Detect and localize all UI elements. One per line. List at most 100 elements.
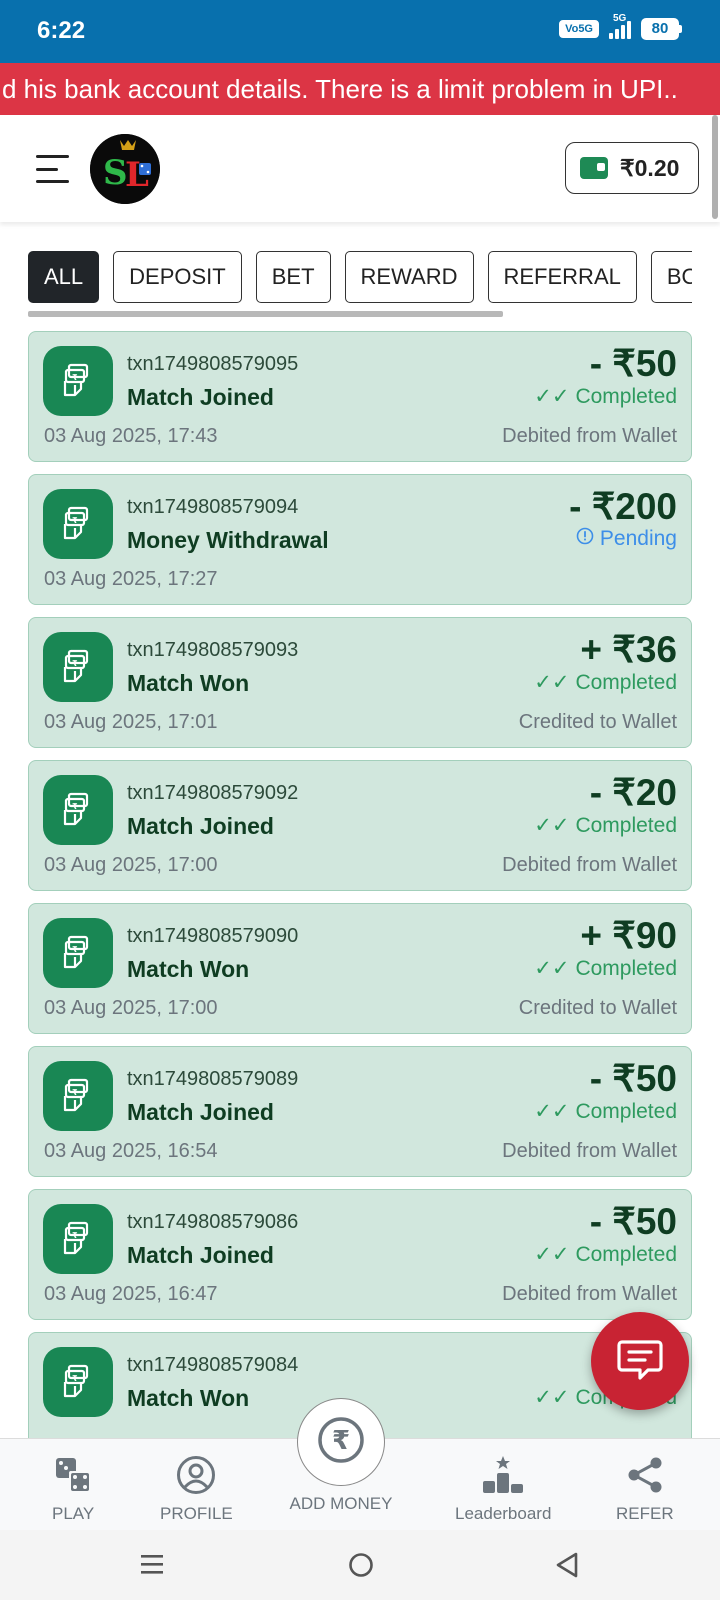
system-navigation-bar [0,1530,720,1600]
nav-refer[interactable]: REFER [616,1455,674,1524]
app-header: S L ₹0.20 [0,115,720,222]
status-icons: Vo5G 5G 80 [559,13,682,40]
transaction-status: ✓✓Completed [534,813,677,838]
app-logo[interactable]: S L [90,134,160,204]
ticker-text: d his bank account details. There is a l… [2,74,678,104]
filter-all[interactable]: ALL [28,251,100,303]
filter-bet[interactable]: BET [255,251,331,303]
svg-text:₹: ₹ [72,1088,78,1097]
transaction-note: Debited from Wallet [502,1283,677,1305]
money-hand-icon: ₹ [43,632,113,702]
transaction-date: 03 Aug 2025, 17:43 [44,425,218,447]
transaction-date: 03 Aug 2025, 17:27 [44,568,218,590]
double-check-icon: ✓✓ [534,1386,570,1409]
transaction-status: Pending [576,527,677,551]
money-hand-icon: ₹ [43,1061,113,1131]
hamburger-menu-icon[interactable] [36,155,69,183]
back-icon[interactable] [554,1552,580,1583]
nav-profile-label: PROFILE [160,1504,233,1523]
transaction-id: txn1749808579094 [127,496,299,518]
transaction-card[interactable]: ₹ txn1749808579092 Match Joined 03 Aug 2… [28,760,692,891]
transaction-amount: - ₹50 [589,1058,677,1099]
status-label: Completed [575,670,677,694]
transaction-card[interactable]: ₹ txn1749808579095 Match Joined 03 Aug 2… [28,331,692,462]
transaction-date: 03 Aug 2025, 17:00 [44,854,218,876]
money-hand-icon: ₹ [43,1204,113,1274]
volte-icon: Vo5G [559,20,599,38]
svg-text:₹: ₹ [72,516,78,525]
filter-reward[interactable]: REWARD [344,251,474,303]
transaction-title: Match Won [127,1385,250,1411]
status-label: Pending [599,527,677,550]
filter-scrollbar[interactable] [28,311,503,317]
transaction-status: ✓✓Completed [534,1242,677,1267]
transaction-title: Money Withdrawal [127,527,329,553]
svg-text:S: S [103,153,128,193]
svg-text:₹: ₹ [72,802,78,811]
status-label: Completed [575,1099,677,1123]
rupee-icon: ₹ [317,1416,365,1469]
money-hand-icon: ₹ [43,918,113,988]
transaction-title: Match Won [127,956,250,982]
page-scrollbar[interactable] [712,115,718,219]
transaction-id: txn1749808579086 [127,1211,299,1233]
transaction-amount: + ₹90 [580,915,677,956]
transaction-card[interactable]: ₹ txn1749808579086 Match Joined 03 Aug 2… [28,1189,692,1320]
transaction-id: txn1749808579089 [127,1068,299,1090]
transaction-status: ✓✓Completed [534,670,677,695]
transaction-amount: + ₹36 [580,629,677,670]
user-circle-icon [176,1455,216,1504]
nav-refer-label: REFER [616,1504,674,1523]
nav-play[interactable]: PLAY [52,1455,94,1524]
battery-icon: 80 [641,18,682,40]
transaction-list: ₹ txn1749808579095 Match Joined 03 Aug 2… [28,331,692,1438]
app-root: 6:22 Vo5G 5G 80 d his bank account detai… [0,0,720,1600]
transaction-amount: - ₹200 [569,486,677,527]
nav-leaderboard[interactable]: Leaderboard [455,1455,551,1524]
chat-icon [617,1338,663,1385]
transaction-card[interactable]: ₹ txn1749808579093 Match Won 03 Aug 2025… [28,617,692,748]
info-circle-icon [576,527,594,551]
money-hand-icon: ₹ [43,346,113,416]
home-icon[interactable] [348,1552,374,1583]
transaction-note: Debited from Wallet [502,1140,677,1162]
transaction-card[interactable]: ₹ txn1749808579094 Money Withdrawal 03 A… [28,474,692,605]
transaction-date: 03 Aug 2025, 16:47 [44,1283,218,1305]
status-bar: 6:22 Vo5G 5G 80 [0,0,720,63]
svg-text:₹: ₹ [332,1426,350,1456]
signal-label: 5G [613,13,627,24]
filter-deposit[interactable]: DEPOSIT [113,251,242,303]
transaction-id: txn1749808579084 [127,1354,299,1376]
svg-text:₹: ₹ [72,373,78,382]
transaction-title: Match Joined [127,1242,274,1268]
wallet-icon [580,157,608,179]
transaction-note: Debited from Wallet [502,425,677,447]
nav-leaderboard-label: Leaderboard [455,1504,552,1523]
transaction-status: ✓✓Completed [534,384,677,409]
transaction-title: Match Joined [127,813,274,839]
double-check-icon: ✓✓ [534,1100,570,1123]
status-label: Completed [575,384,677,408]
transaction-id: txn1749808579092 [127,782,299,804]
status-label: Completed [575,956,677,980]
filter-referral[interactable]: REFERRAL [487,251,637,303]
recent-apps-icon[interactable] [140,1552,164,1581]
transaction-date: 03 Aug 2025, 16:54 [44,1140,218,1162]
add-money-label: ADD MONEY [289,1494,393,1513]
transaction-card[interactable]: ₹ txn1749808579089 Match Joined 03 Aug 2… [28,1046,692,1177]
nav-profile[interactable]: PROFILE [160,1455,233,1524]
announcement-ticker: d his bank account details. There is a l… [0,63,720,115]
wallet-balance-button[interactable]: ₹0.20 [565,142,699,194]
transaction-date: 03 Aug 2025, 17:00 [44,997,218,1019]
transaction-note: Credited to Wallet [518,997,677,1019]
battery-level: 80 [641,18,679,40]
status-label: Completed [575,1242,677,1266]
money-hand-icon: ₹ [43,775,113,845]
transaction-status: ✓✓Completed [534,956,677,981]
chat-support-button[interactable] [591,1312,689,1410]
transaction-card[interactable]: ₹ txn1749808579090 Match Won 03 Aug 2025… [28,903,692,1034]
add-money-button[interactable]: ₹ [297,1398,385,1486]
filter-bonus[interactable]: BO [650,251,692,303]
svg-text:₹: ₹ [72,1374,78,1383]
podium-icon [481,1455,525,1504]
